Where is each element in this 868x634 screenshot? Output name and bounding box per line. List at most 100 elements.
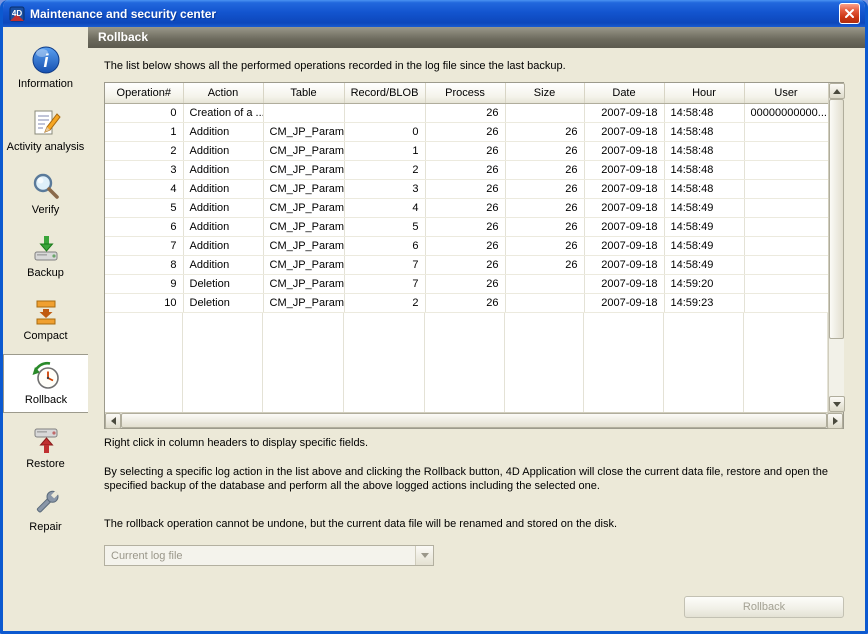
cell: 26 [425,160,505,179]
sidebar-item-label: Repair [29,521,61,534]
cell: 6 [344,236,425,255]
cell: 26 [425,293,505,312]
cell: 26 [505,236,584,255]
rollback-button[interactable]: Rollback [684,596,844,618]
cell: 26 [505,141,584,160]
rollback-warning: The rollback operation cannot be undone,… [104,517,844,531]
cell: 2007-09-18 [584,141,664,160]
table-row[interactable]: 1AdditionCM_JP_Params026262007-09-1814:5… [105,122,828,141]
cell: 2007-09-18 [584,122,664,141]
column-header[interactable]: Date [584,83,664,103]
sidebar-item-activity-analysis[interactable]: Activity analysis [3,102,88,159]
cell: 26 [505,160,584,179]
scroll-down-button[interactable] [829,396,845,412]
sidebar-item-repair[interactable]: Repair [3,482,88,539]
cell: Creation of a ... [183,103,263,122]
cell: 14:58:48 [664,179,744,198]
cell: 26 [505,122,584,141]
cell: 14:58:48 [664,141,744,160]
cell: 26 [425,122,505,141]
cell: 26 [505,217,584,236]
left-arrow-icon [111,417,116,425]
table-row[interactable]: 2AdditionCM_JP_Params126262007-09-1814:5… [105,141,828,160]
vertical-scrollbar[interactable] [828,83,844,412]
scroll-left-button[interactable] [105,413,121,429]
column-header[interactable]: Hour [664,83,744,103]
section-title: Rollback [98,30,148,44]
sidebar-item-restore[interactable]: Restore [3,419,88,476]
cell [744,141,828,160]
table-row[interactable]: 5AdditionCM_JP_Params426262007-09-1814:5… [105,198,828,217]
chevron-down-icon [421,553,429,558]
close-icon [844,8,855,19]
column-header[interactable]: Operation# [105,83,183,103]
column-header[interactable]: Action [183,83,263,103]
cell: CM_JP_Params [263,293,344,312]
cell: CM_JP_Params [263,274,344,293]
cell: 4 [344,198,425,217]
cell: Addition [183,255,263,274]
rollback-button-label: Rollback [743,601,785,613]
cell: 26 [425,255,505,274]
cell [744,160,828,179]
table-row[interactable]: 6AdditionCM_JP_Params526262007-09-1814:5… [105,217,828,236]
column-header[interactable]: Record/BLOB [344,83,425,103]
cell: CM_JP_Params [263,122,344,141]
vertical-scroll-track[interactable] [829,99,844,396]
cell: 26 [425,198,505,217]
table-row[interactable]: 10DeletionCM_JP_Params2262007-09-1814:59… [105,293,828,312]
horizontal-scrollbar[interactable] [105,412,843,428]
sidebar-item-label: Compact [23,330,67,343]
log-file-select[interactable]: Current log file [104,545,434,566]
table-row[interactable]: 9DeletionCM_JP_Params7262007-09-1814:59:… [105,274,828,293]
sidebar: i Information Activity analysis [3,27,88,631]
table-row[interactable]: 0Creation of a ...262007-09-1814:58:4800… [105,103,828,122]
close-button[interactable] [839,3,860,24]
cell: 14:58:48 [664,122,744,141]
cell: 2 [344,160,425,179]
sidebar-item-compact[interactable]: Compact [3,291,88,348]
title-bar[interactable]: 4D Maintenance and security center [3,0,865,27]
column-header[interactable]: Size [505,83,584,103]
cell: 26 [425,236,505,255]
column-header[interactable]: Table [263,83,344,103]
cell: 10 [105,293,183,312]
cell: CM_JP_Params [263,179,344,198]
horizontal-scroll-thumb[interactable] [121,413,827,428]
cell [744,179,828,198]
information-icon: i [30,44,62,76]
cell: 2007-09-18 [584,274,664,293]
restore-icon [30,424,62,456]
dropdown-button[interactable] [415,546,433,565]
cell: CM_JP_Params [263,217,344,236]
sidebar-item-label: Information [18,78,73,91]
table-row[interactable]: 4AdditionCM_JP_Params326262007-09-1814:5… [105,179,828,198]
sidebar-item-rollback[interactable]: Rollback [3,354,88,413]
cell [744,198,828,217]
cell: 4 [105,179,183,198]
table-row[interactable]: 7AdditionCM_JP_Params626262007-09-1814:5… [105,236,828,255]
scroll-up-button[interactable] [829,83,845,99]
sidebar-item-verify[interactable]: Verify [3,165,88,222]
cell: 6 [105,217,183,236]
column-header[interactable]: User [744,83,828,103]
scroll-right-button[interactable] [827,413,843,429]
verify-icon [30,170,62,202]
cell: Addition [183,236,263,255]
sidebar-item-information[interactable]: i Information [3,39,88,96]
column-header[interactable]: Process [425,83,505,103]
table-row[interactable]: 8AdditionCM_JP_Params726262007-09-1814:5… [105,255,828,274]
cell: 14:58:49 [664,236,744,255]
cell: 2007-09-18 [584,236,664,255]
table-body: 0Creation of a ...262007-09-1814:58:4800… [105,103,828,312]
cell: 3 [105,160,183,179]
table-empty-area [105,313,828,413]
cell: CM_JP_Params [263,236,344,255]
table-row[interactable]: 3AdditionCM_JP_Params226262007-09-1814:5… [105,160,828,179]
down-arrow-icon [833,402,841,407]
sidebar-item-backup[interactable]: Backup [3,228,88,285]
cell: 0 [105,103,183,122]
vertical-scroll-thumb[interactable] [829,99,844,339]
cell: CM_JP_Params [263,255,344,274]
operations-table: Operation#ActionTableRecord/BLOBProcessS… [104,82,844,429]
